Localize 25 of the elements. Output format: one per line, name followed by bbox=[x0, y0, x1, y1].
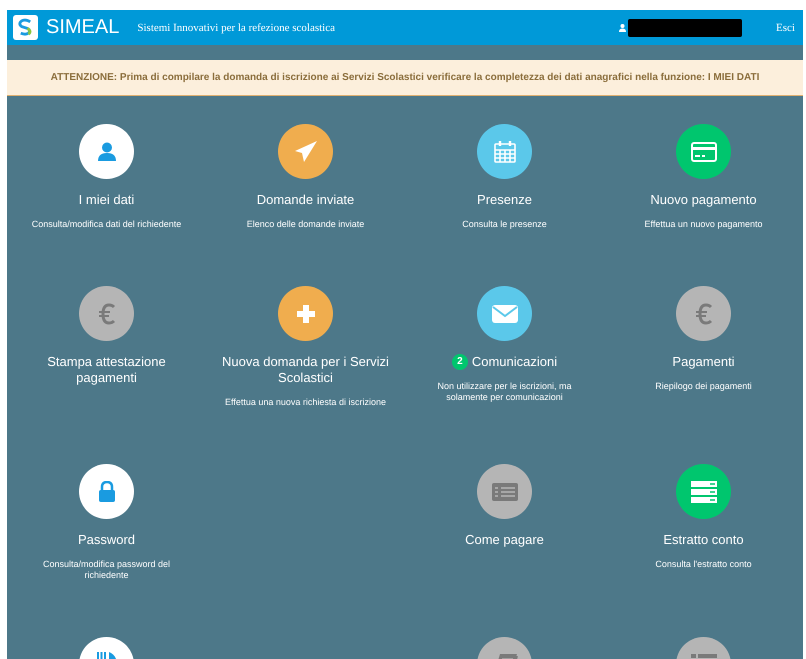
tile-title[interactable]: I miei dati bbox=[78, 192, 134, 208]
tile-description: Consulta/modifica password del richiedente bbox=[42, 559, 172, 581]
tile-title[interactable]: Estratto conto bbox=[663, 532, 744, 548]
logout-link[interactable]: Esci bbox=[776, 22, 795, 34]
count-badge: 2 bbox=[452, 354, 468, 370]
tile-title[interactable]: Domande inviate bbox=[256, 192, 354, 208]
tagline: Sistemi Innovativi per la refezione scolastica bbox=[137, 22, 336, 34]
tile-description: Effettua un nuovo pagamento bbox=[644, 219, 762, 230]
tile-title[interactable]: Password bbox=[78, 532, 136, 548]
tile-title[interactable]: Comunicazioni bbox=[472, 354, 558, 370]
tile-description: Consulta/modifica dati del richiedente bbox=[32, 219, 182, 230]
tile-title[interactable]: Nuovo pagamento bbox=[650, 192, 757, 208]
tile-description: Riepilogo dei pagamenti bbox=[655, 381, 752, 392]
tile-title[interactable]: Stampa attestazione pagamenti bbox=[22, 354, 192, 386]
brand-name: SIMEAL bbox=[46, 16, 120, 39]
tile-title[interactable]: Presenze bbox=[477, 192, 532, 208]
tile-title[interactable]: Pagamenti bbox=[672, 354, 735, 370]
warning-message: ATTENZIONE: Prima di compilare la domanda di iscrizione ai Servizi Scolastici verificare la completezza dei dati anagrafici nella funzione: I MIEI DATI bbox=[7, 60, 803, 96]
tile-description: Effettua una nuova richiesta di iscrizione bbox=[225, 397, 386, 408]
tile-description: Consulta l'estratto conto bbox=[655, 559, 752, 570]
tile-title[interactable]: Come pagare bbox=[465, 532, 544, 548]
tile-description: Consulta le presenze bbox=[462, 219, 547, 230]
tile-description: Non utilizzare per le iscrizioni, ma solamente per comunicazioni bbox=[436, 381, 573, 403]
tile-description: Elenco delle domande inviate bbox=[246, 219, 364, 230]
tile-title[interactable]: Nuova domanda per i Servizi Scolastici bbox=[220, 354, 390, 386]
